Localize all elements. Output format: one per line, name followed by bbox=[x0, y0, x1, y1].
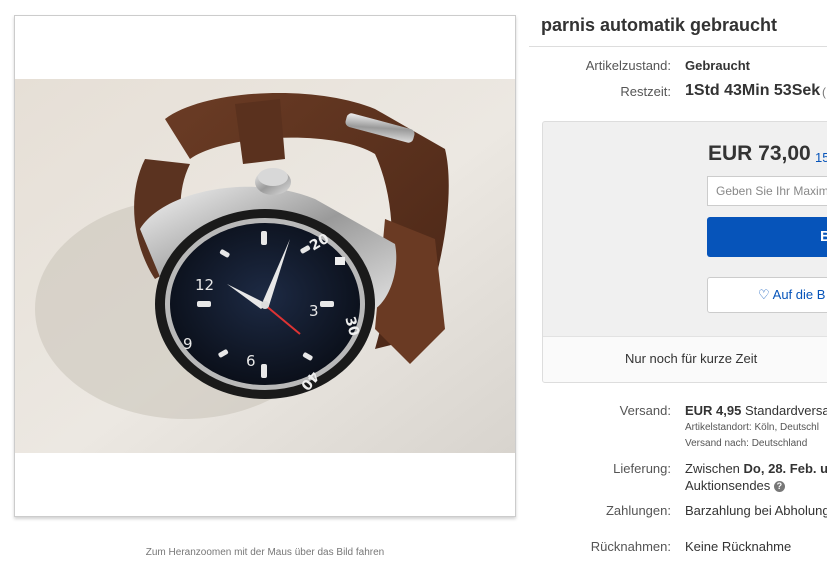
help-icon[interactable]: ? bbox=[773, 481, 785, 492]
delivery-prefix: Zwischen bbox=[685, 461, 744, 476]
delivery-label: Lieferung: bbox=[613, 461, 671, 476]
shipping-method: Standardversa bbox=[745, 403, 827, 418]
ships-to: Versand nach: Deutschland bbox=[685, 438, 808, 449]
max-bid-input[interactable]: Geben Sie Ihr Maxim bbox=[707, 176, 827, 206]
product-watch-image[interactable]: 20 30 40 12 9 6 3 bbox=[15, 79, 515, 453]
delivery-date: Do, 28. Feb. u bbox=[743, 461, 827, 476]
time-info-icon: ( bbox=[822, 85, 826, 99]
delivery-value: Zwischen Do, 28. Feb. u bbox=[685, 461, 827, 476]
delivery-line2: Auktionsendes ? bbox=[685, 478, 785, 493]
urgency-banner: Nur noch für kurze Zeit bbox=[543, 336, 827, 382]
time-left-value: 1Std 43Min 53Sek bbox=[685, 82, 821, 99]
shipping-label: Versand: bbox=[619, 403, 671, 418]
bid-count-link[interactable]: 15 bbox=[815, 150, 827, 165]
condition-value: Gebraucht bbox=[685, 58, 751, 73]
payment-label: Zahlungen: bbox=[605, 503, 671, 518]
dial-numeral-9: 9 bbox=[183, 335, 193, 353]
condition-label: Artikelzustand: bbox=[585, 58, 671, 73]
item-location: Artikelstandort: Köln, Deutschl bbox=[685, 422, 819, 433]
heart-icon: ♡ bbox=[758, 287, 770, 302]
current-price: EUR 73,00 bbox=[708, 142, 811, 165]
place-bid-button[interactable]: B bbox=[707, 217, 827, 257]
payment-value: Barzahlung bei Abholung bbox=[685, 503, 827, 518]
dial-numeral-3: 3 bbox=[309, 302, 319, 320]
title-divider bbox=[529, 46, 827, 47]
bid-panel: EUR 73,00 15 Geben Sie Ihr Maxim B ♡Auf … bbox=[542, 121, 827, 383]
returns-label: Rücknahmen: bbox=[590, 539, 671, 554]
dial-numeral-12: 12 bbox=[195, 276, 214, 294]
add-to-watchlist-button[interactable]: ♡ Auf die B bbox=[707, 277, 827, 313]
delivery-note: Auktionsendes bbox=[685, 478, 771, 493]
dial-numeral-6: 6 bbox=[246, 352, 256, 370]
product-image-frame[interactable]: 20 30 40 12 9 6 3 bbox=[14, 15, 516, 517]
listing-title: parnis automatik gebraucht bbox=[541, 15, 778, 35]
shipping-value: EUR 4,95 Standardversa bbox=[685, 403, 827, 418]
returns-value: Keine Rücknahme bbox=[685, 539, 792, 554]
watchlist-label: Auf die B bbox=[772, 287, 826, 302]
time-left-label: Restzeit: bbox=[620, 84, 671, 99]
zoom-hint: Zum Heranzoomen mit der Maus über das Bi… bbox=[145, 547, 385, 558]
urgency-text: Nur noch für kurze Zeit bbox=[625, 351, 758, 366]
shipping-price: EUR 4,95 bbox=[685, 403, 742, 418]
